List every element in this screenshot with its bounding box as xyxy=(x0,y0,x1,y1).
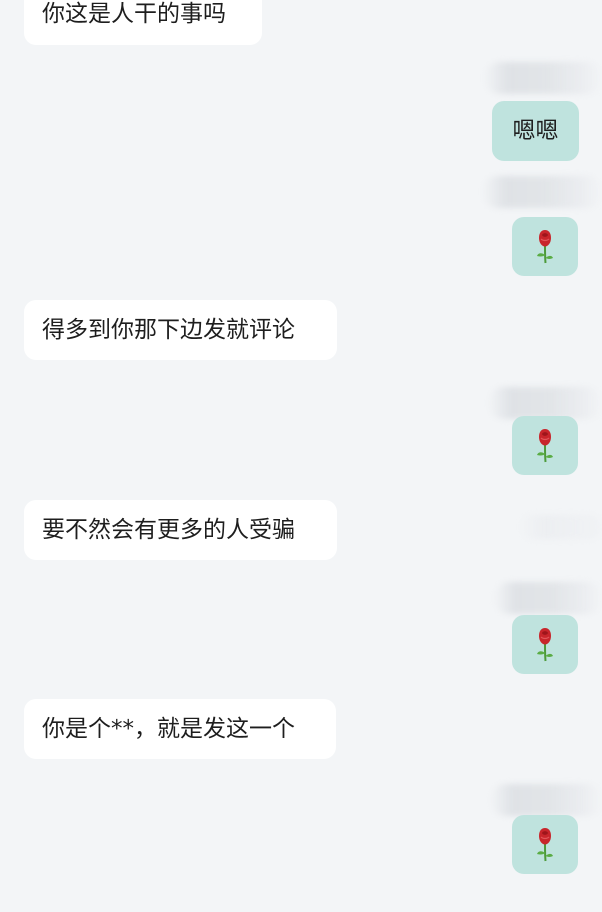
message-outgoing[interactable]: 嗯嗯 xyxy=(492,101,579,161)
obscured-sender-info xyxy=(490,784,602,816)
message-outgoing[interactable] xyxy=(512,615,578,674)
rose-emoji-icon xyxy=(537,627,553,661)
obscured-sender-info xyxy=(520,515,602,539)
message-outgoing[interactable] xyxy=(512,217,578,276)
message-incoming[interactable]: 要不然会有更多的人受骗 xyxy=(24,500,337,560)
obscured-sender-info xyxy=(488,387,602,419)
rose-emoji-icon xyxy=(537,428,553,462)
rose-emoji-icon xyxy=(537,827,553,861)
message-incoming[interactable]: 你这是人干的事吗 xyxy=(24,0,262,45)
message-outgoing[interactable] xyxy=(512,416,578,475)
obscured-sender-info xyxy=(494,582,602,614)
message-text: 嗯嗯 xyxy=(512,117,559,144)
message-text: 得多到你那下边发就评论 xyxy=(42,316,295,343)
message-incoming[interactable]: 你是个**，就是发这一个 xyxy=(24,699,336,759)
message-incoming[interactable]: 得多到你那下边发就评论 xyxy=(24,300,337,360)
message-text: 要不然会有更多的人受骗 xyxy=(42,516,295,543)
chat-thread: 你这是人干的事吗 嗯嗯 得多到你那下边发就评论 要不然会有更多的人受骗 你是个*… xyxy=(0,0,602,912)
message-text: 你是个**，就是发这一个 xyxy=(42,715,295,742)
obscured-sender-info xyxy=(484,62,602,94)
obscured-sender-info xyxy=(482,176,602,208)
message-outgoing[interactable] xyxy=(512,815,578,874)
message-text: 你这是人干的事吗 xyxy=(42,1,226,27)
rose-emoji-icon xyxy=(537,229,553,263)
